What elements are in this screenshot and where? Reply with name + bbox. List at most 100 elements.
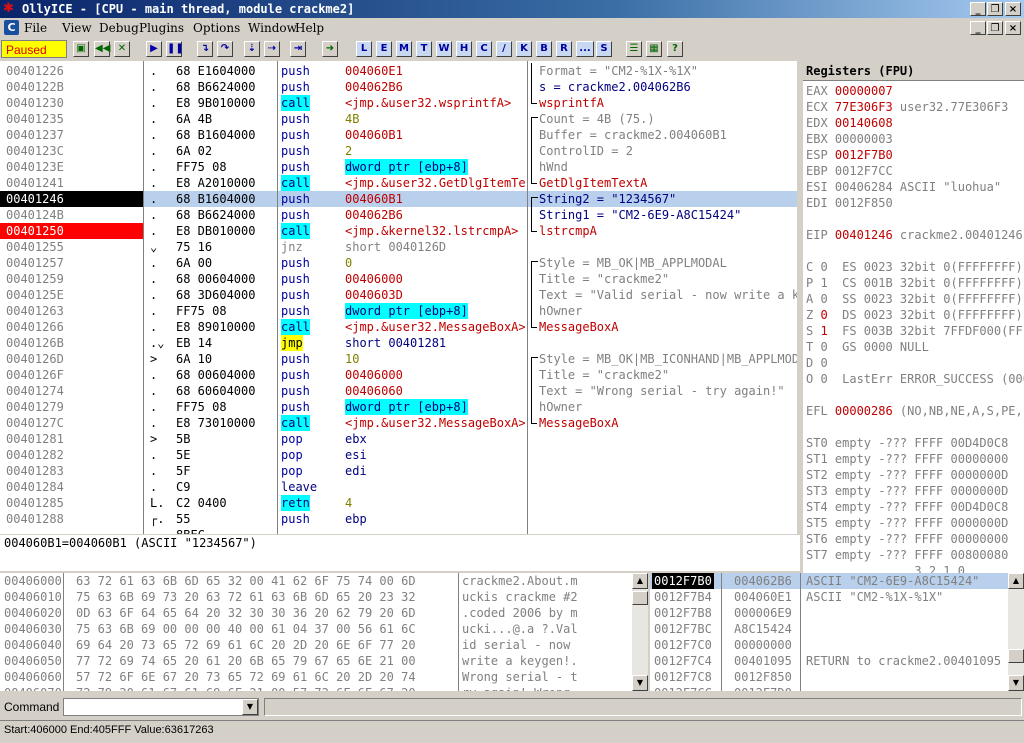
- disasm-address[interactable]: 0040123C: [0, 143, 143, 159]
- disasm-address[interactable]: 00401257: [0, 255, 143, 271]
- dump-row[interactable]: 00406070 72 79 20 61 67 61 69 6E 21 00 57…: [0, 685, 632, 691]
- toolbar-button-h[interactable]: H: [456, 41, 472, 57]
- toolbar-button-w[interactable]: W: [436, 41, 452, 57]
- disasm-address[interactable]: 00401235: [0, 111, 143, 127]
- toolbar-button-e[interactable]: E: [376, 41, 392, 57]
- register-line[interactable]: T 0 GS 0000 NULL: [806, 339, 1024, 355]
- disasm-address[interactable]: 0040126B: [0, 335, 143, 351]
- dump-row[interactable]: 00406050 77 72 69 74 65 20 61 20 6B 65 79…: [0, 653, 632, 669]
- disasm-address[interactable]: 0040127C: [0, 415, 143, 431]
- register-line[interactable]: ST5 empty -??? FFFF 0000000D: [806, 515, 1024, 531]
- stack-row[interactable]: 0012F7CC 0012F7D0: [650, 685, 1008, 691]
- cpu-window-icon[interactable]: C: [4, 20, 19, 35]
- register-line[interactable]: ST0 empty -??? FFFF 00D4D0C8: [806, 435, 1024, 451]
- register-line[interactable]: [806, 243, 1024, 259]
- dump-scroll-thumb[interactable]: [632, 591, 648, 605]
- toolbar-button-l[interactable]: L: [356, 41, 372, 57]
- register-line[interactable]: ST1 empty -??? FFFF 00000000: [806, 451, 1024, 467]
- disasm-address[interactable]: 00401250: [0, 223, 143, 239]
- child-minimize-button[interactable]: _: [970, 21, 986, 35]
- register-line[interactable]: EIP 00401246 crackme2.00401246: [806, 227, 1024, 243]
- trace-over-icon[interactable]: ⇢: [264, 41, 280, 57]
- disasm-row[interactable]: 00401283. 5F pop edi: [0, 463, 800, 479]
- stack-row[interactable]: 0012F7C0 00000000: [650, 637, 1008, 653]
- dump-row[interactable]: 00406010 75 63 6B 69 73 20 63 72 61 63 6B…: [0, 589, 632, 605]
- dump-row[interactable]: 00406020 0D 63 6F 64 65 64 20 32 30 30 36…: [0, 605, 632, 621]
- disasm-address[interactable]: 00401282: [0, 447, 143, 463]
- stack-scrollbar[interactable]: ▲ ▼: [1008, 573, 1024, 691]
- disasm-address[interactable]: 00401274: [0, 383, 143, 399]
- stack-scroll-up-icon[interactable]: ▲: [1008, 573, 1024, 589]
- register-line[interactable]: [806, 387, 1024, 403]
- disasm-address[interactable]: 00401226: [0, 63, 143, 79]
- menu-window[interactable]: Window: [248, 21, 297, 35]
- dump-row[interactable]: 00406000 63 72 61 63 6B 6D 65 32 00 41 62…: [0, 573, 632, 589]
- dump-row[interactable]: 00406060 57 72 6F 6E 67 20 73 65 72 69 61…: [0, 669, 632, 685]
- child-restore-button[interactable]: ❐: [987, 21, 1003, 35]
- registers-header[interactable]: Registers (FPU): [803, 61, 1024, 81]
- disasm-address[interactable]: 00401284: [0, 479, 143, 495]
- register-line[interactable]: EBX 00000003: [806, 131, 1024, 147]
- disasm-address[interactable]: 00401266: [0, 319, 143, 335]
- registers-pane[interactable]: Registers (FPU) EAX 00000007 ECX 77E306F3…: [803, 61, 1024, 573]
- stack-row[interactable]: 0012F7B0 004062B6 ASCII "CM2-6E9-A8C15424": [650, 573, 1008, 589]
- register-line[interactable]: ST4 empty -??? FFFF 00D4D0C8: [806, 499, 1024, 515]
- menu-view[interactable]: View: [62, 21, 92, 35]
- disasm-address[interactable]: 00401237: [0, 127, 143, 143]
- register-line[interactable]: O 0 LastErr ERROR_SUCCESS (00000000): [806, 371, 1024, 387]
- disasm-address[interactable]: 00401246: [0, 191, 143, 207]
- maximize-button[interactable]: ❐: [987, 2, 1003, 16]
- register-line[interactable]: ESI 00406284 ASCII "luohua": [806, 179, 1024, 195]
- disasm-row[interactable]: 00401282. 5E pop esi: [0, 447, 800, 463]
- disasm-address[interactable]: 0040123E: [0, 159, 143, 175]
- disasm-address[interactable]: 00401255: [0, 239, 143, 255]
- disasm-address[interactable]: 0040124B: [0, 207, 143, 223]
- dump-scrollbar[interactable]: ▲ ▼: [632, 573, 648, 691]
- toolbar-button-k[interactable]: K: [516, 41, 532, 57]
- command-input[interactable]: [63, 698, 259, 716]
- scroll-up-icon[interactable]: ▲: [632, 573, 648, 589]
- disasm-address[interactable]: 00401259: [0, 271, 143, 287]
- menu-options[interactable]: Options: [193, 21, 240, 35]
- menu-plugins[interactable]: Plugins: [139, 21, 184, 35]
- disasm-row[interactable]: 00401288 ┌. 55 push ebp: [0, 511, 800, 527]
- stack-row[interactable]: 0012F7C4 00401095 RETURN to crackme2.00401…: [650, 653, 1008, 669]
- register-line[interactable]: ST3 empty -??? FFFF 0000000D: [806, 483, 1024, 499]
- step-into-icon[interactable]: ↴: [197, 41, 213, 57]
- register-line[interactable]: S 1 FS 003B 32bit 7FFDF000(FFF): [806, 323, 1024, 339]
- register-line[interactable]: ST2 empty -??? FFFF 0000000D: [806, 467, 1024, 483]
- toolbar-button-slash[interactable]: /: [496, 41, 512, 57]
- close-button[interactable]: ×: [1005, 2, 1021, 16]
- stack-scroll-down-icon[interactable]: ▼: [1008, 675, 1024, 691]
- disassembly-pane[interactable]: 00401226. 68 E1604000 push 004060E1 0040122B…: [0, 61, 800, 534]
- dump-row[interactable]: 00406030 75 63 6B 69 00 00 00 40 00 61 04…: [0, 621, 632, 637]
- stack-row[interactable]: 0012F7B4 004060E1 ASCII "CM2-%1X-%1X": [650, 589, 1008, 605]
- disasm-address[interactable]: 00401241: [0, 175, 143, 191]
- register-line[interactable]: EAX 00000007: [806, 83, 1024, 99]
- command-dropdown-icon[interactable]: ▼: [242, 699, 258, 715]
- disasm-row[interactable]: 00401285 L. C2 0400 retn 4: [0, 495, 800, 511]
- register-line[interactable]: D 0: [806, 355, 1024, 371]
- disasm-address[interactable]: 00401283: [0, 463, 143, 479]
- list-icon[interactable]: ☰: [626, 41, 642, 57]
- toolbar-button-c[interactable]: C: [476, 41, 492, 57]
- toolbar-button-t[interactable]: T: [416, 41, 432, 57]
- minimize-button[interactable]: _: [970, 2, 986, 16]
- stack-row[interactable]: 0012F7BC A8C15424: [650, 621, 1008, 637]
- child-close-button[interactable]: ×: [1005, 21, 1021, 35]
- stack-pane[interactable]: 0012F7B0 004062B6 ASCII "CM2-6E9-A8C15424"…: [650, 573, 1008, 691]
- disasm-address[interactable]: 00401288: [0, 511, 143, 527]
- trace-into-icon[interactable]: ⇣: [244, 41, 260, 57]
- register-line[interactable]: 3 2 1 0: [806, 563, 1024, 573]
- register-line[interactable]: EDX 00140608: [806, 115, 1024, 131]
- register-line[interactable]: EDI 0012F850: [806, 195, 1024, 211]
- register-line[interactable]: P 1 CS 001B 32bit 0(FFFFFFFF): [806, 275, 1024, 291]
- register-line[interactable]: [806, 211, 1024, 227]
- disasm-address[interactable]: 0040122B: [0, 79, 143, 95]
- register-line[interactable]: ST7 empty -??? FFFF 00800080: [806, 547, 1024, 563]
- menu-file[interactable]: File: [24, 21, 47, 35]
- disasm-row[interactable]: 00401284. C9 leave: [0, 479, 800, 495]
- stack-row[interactable]: 0012F7C8 0012F850: [650, 669, 1008, 685]
- open-icon[interactable]: ▣: [73, 41, 89, 57]
- disasm-row[interactable]: 00401281 >5B pop ebx: [0, 431, 800, 447]
